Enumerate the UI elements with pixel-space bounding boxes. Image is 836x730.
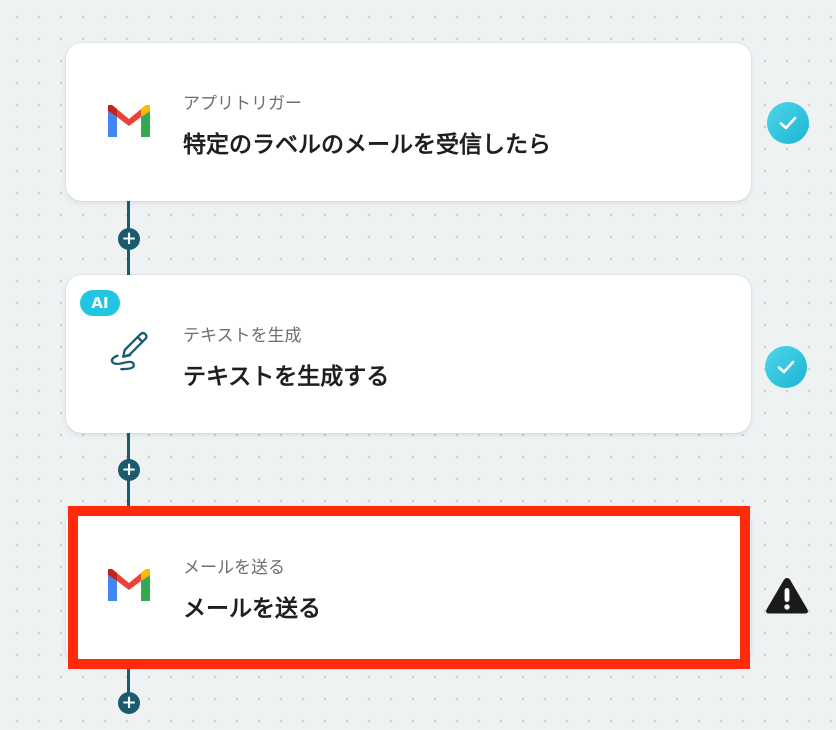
check-icon: [765, 346, 807, 388]
step-title: 特定のラベルのメールを受信したら: [183, 132, 551, 158]
step-subtitle: メールを送る: [183, 558, 285, 578]
flow-step-card-ai[interactable]: テキストを生成 テキストを生成する: [66, 275, 751, 433]
check-icon: [767, 102, 809, 144]
step-title: メールを送る: [183, 596, 321, 622]
ai-badge: AI: [80, 290, 120, 316]
gmail-icon: [106, 101, 152, 141]
add-step-button-1[interactable]: +: [118, 228, 140, 250]
flow-step-card-send-mail[interactable]: メールを送る メールを送る: [66, 507, 751, 665]
step-subtitle: テキストを生成: [183, 326, 302, 346]
warning-icon: [764, 576, 810, 616]
gmail-icon: [106, 565, 152, 605]
flow-step-card-trigger[interactable]: アプリトリガー 特定のラベルのメールを受信したら: [66, 43, 751, 201]
step-title: テキストを生成する: [183, 364, 390, 390]
add-step-button-3[interactable]: +: [118, 692, 140, 714]
add-step-button-2[interactable]: +: [118, 459, 140, 481]
pen-icon: [106, 330, 152, 371]
step-subtitle: アプリトリガー: [183, 94, 302, 114]
